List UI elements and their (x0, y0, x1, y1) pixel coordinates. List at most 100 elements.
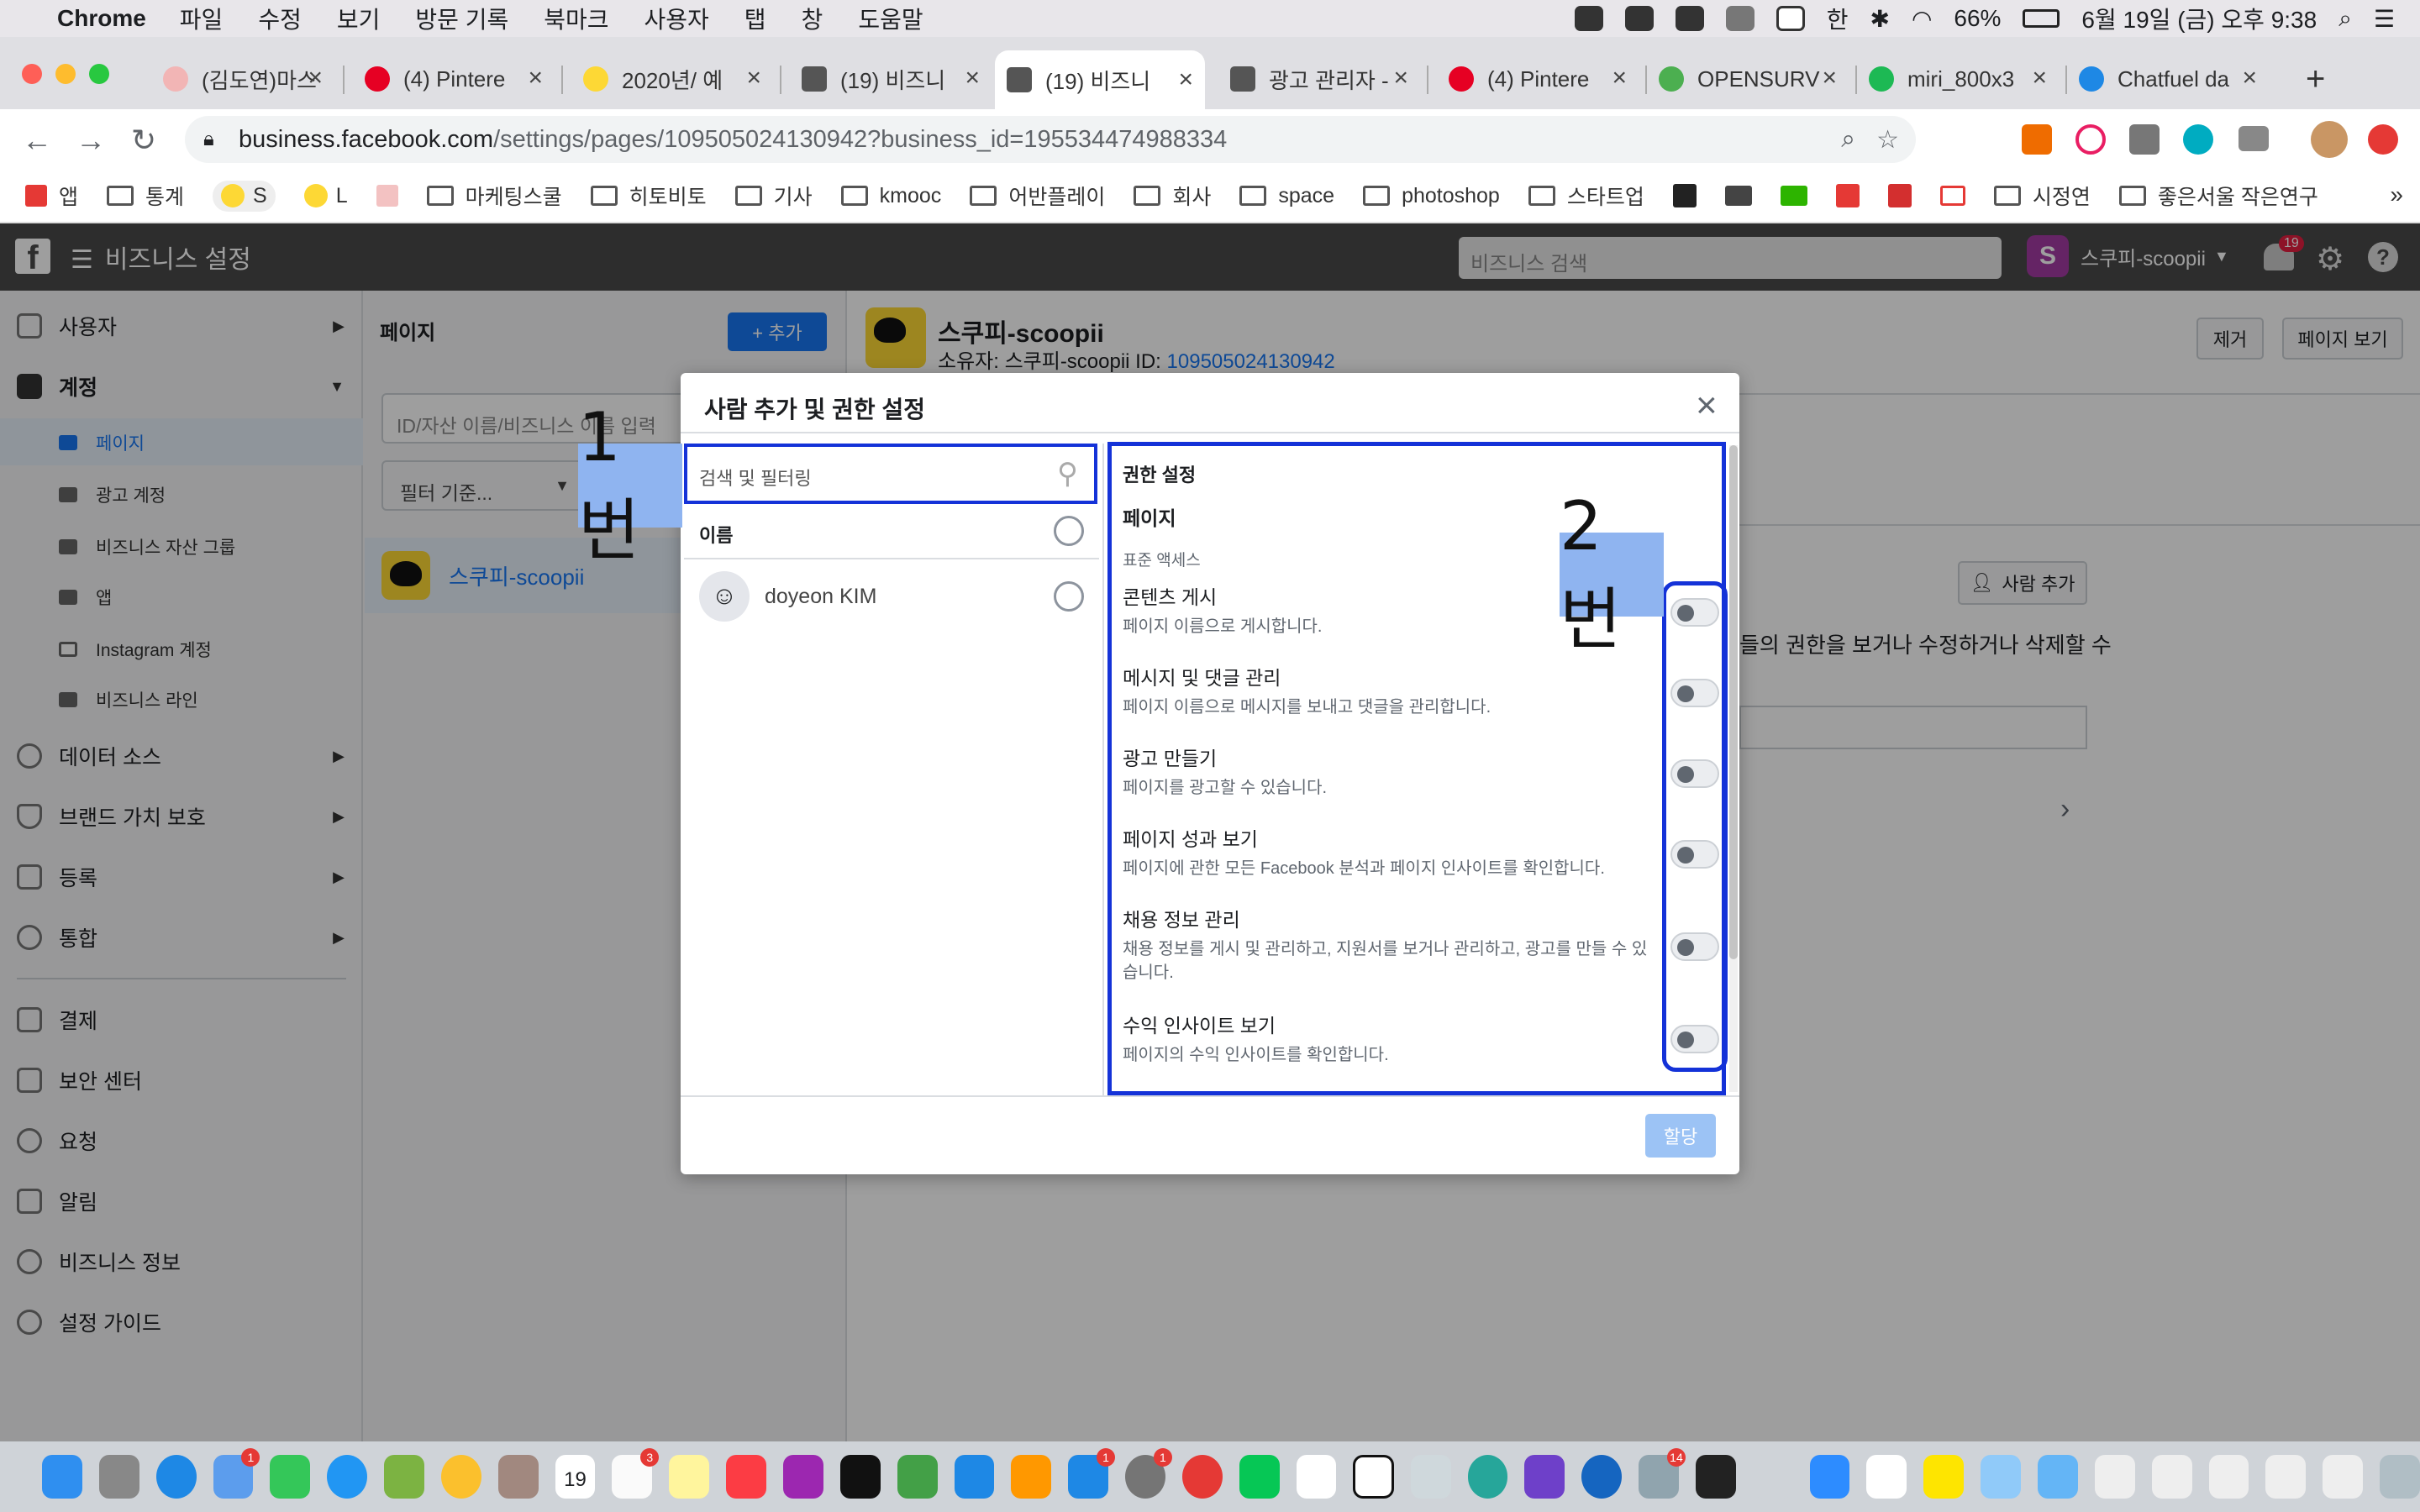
bookmark-folder[interactable]: 스타트업 (1528, 181, 1644, 211)
bookmark-folder[interactable]: 좋은서울 작은연구 (2118, 181, 2318, 211)
browser-tab[interactable]: (김도연)마스 × (151, 55, 334, 102)
clock[interactable]: 6월 19일 (금) 오후 9:38 (2081, 2, 2317, 35)
line-status-icon[interactable] (1574, 6, 1603, 31)
launchpad-icon[interactable] (98, 1455, 139, 1499)
close-tab-icon[interactable]: × (1178, 66, 1193, 94)
display-status-icon[interactable] (1776, 6, 1805, 31)
bookmark-folder[interactable]: 시정연 (1993, 181, 2091, 211)
close-tab-icon[interactable]: × (965, 64, 980, 92)
app-icon[interactable] (1581, 1455, 1623, 1499)
menu-tab[interactable]: 탭 (744, 2, 766, 35)
system-preferences-icon[interactable]: 1 (1125, 1448, 1172, 1499)
safari-icon[interactable] (155, 1455, 197, 1499)
document-icon[interactable] (2151, 1455, 2192, 1499)
menu-history[interactable]: 방문 기록 (415, 2, 508, 35)
close-tab-icon[interactable]: × (746, 64, 761, 92)
chrome-icon[interactable] (1181, 1455, 1223, 1499)
image-capture-icon[interactable] (1981, 1455, 2022, 1499)
bookmark-folder[interactable]: 회사 (1134, 181, 1211, 211)
star-icon[interactable]: ☆ (1876, 125, 1899, 155)
back-icon[interactable]: ← (22, 123, 52, 158)
browser-tab[interactable]: miri_800x3 × (1857, 55, 2059, 102)
reminders-icon[interactable]: 3 (612, 1448, 660, 1499)
extension-icon[interactable] (2183, 124, 2213, 155)
music-icon[interactable] (726, 1455, 766, 1499)
close-tab-icon[interactable]: × (2242, 64, 2257, 92)
messages-icon[interactable] (327, 1455, 368, 1499)
spotlight-icon[interactable]: ⌕ (2338, 5, 2352, 33)
atom-icon[interactable] (1467, 1455, 1508, 1499)
browser-tab[interactable]: (4) Pintere × (1437, 55, 1639, 102)
wifi-icon[interactable]: ◠ (1912, 5, 1932, 33)
terminal-icon[interactable] (1695, 1455, 1736, 1499)
downloads-folder-icon[interactable] (2038, 1455, 2078, 1499)
bookmark-item[interactable] (1780, 186, 1807, 206)
browser-tab[interactable]: Chatfuel da × (2067, 55, 2269, 102)
bookmark-folder[interactable]: kmooc (840, 184, 941, 208)
close-tab-icon[interactable]: × (528, 64, 543, 92)
new-tab-button[interactable]: + (2294, 55, 2344, 102)
browser-tab[interactable]: 광고 관리자 - × (1218, 55, 1420, 102)
notes-icon[interactable] (669, 1455, 710, 1499)
finder-icon[interactable] (42, 1455, 82, 1499)
grid-app-icon[interactable]: 14 (1639, 1448, 1686, 1499)
apple-tv-icon[interactable] (839, 1455, 881, 1499)
numbers-icon[interactable] (897, 1455, 938, 1499)
kakaotalk-icon[interactable] (1923, 1455, 1965, 1499)
control-center-icon[interactable]: ☰ (2374, 5, 2395, 33)
bookmark-apps[interactable]: 앱 (25, 181, 78, 211)
update-icon[interactable] (2368, 124, 2398, 155)
typora-icon[interactable] (1866, 1455, 1907, 1499)
browser-tab[interactable]: (4) Pintere × (353, 55, 555, 102)
menu-window[interactable]: 창 (802, 2, 823, 35)
battery-percent[interactable]: 66% (1954, 5, 2001, 32)
close-icon[interactable]: × (1696, 385, 1718, 427)
facetime-icon[interactable] (270, 1455, 311, 1499)
bookmark-item[interactable] (1887, 184, 1912, 207)
app-store-icon[interactable]: 1 (1068, 1448, 1116, 1499)
github-desktop-icon[interactable] (1524, 1455, 1565, 1499)
bluetooth-icon[interactable]: ✱ (1870, 5, 1889, 33)
bookmark-item[interactable] (376, 185, 398, 207)
bookmark-item[interactable] (1672, 184, 1697, 207)
camera-extension-icon[interactable] (2238, 126, 2269, 151)
person-select-radio[interactable] (1054, 581, 1084, 612)
input-method[interactable]: 한 (1827, 2, 1849, 35)
person-name[interactable]: doyeon KIM (765, 585, 876, 609)
battery-icon[interactable] (2023, 9, 2060, 28)
zoom-window-button[interactable] (89, 64, 109, 84)
select-all-radio[interactable] (1054, 516, 1084, 546)
bookmark-item[interactable]: S (213, 180, 276, 212)
extension-icon[interactable] (2129, 124, 2160, 155)
keynote-icon[interactable] (954, 1455, 995, 1499)
browser-tab[interactable]: OPENSURV × (1647, 55, 1849, 102)
menu-people[interactable]: 사용자 (644, 2, 709, 35)
script-editor-icon[interactable] (1410, 1455, 1451, 1499)
bookmark-folder[interactable]: 통계 (107, 181, 184, 211)
bookmark-folder[interactable]: 어반플레이 (970, 181, 1105, 211)
minimize-window-button[interactable] (55, 64, 76, 84)
photos-icon[interactable] (440, 1455, 481, 1499)
notification-status-icon[interactable] (1624, 6, 1654, 31)
browser-tab-active[interactable]: (19) 비즈니 × (995, 50, 1205, 109)
scrollbar-thumb[interactable] (1729, 445, 1738, 959)
close-tab-icon[interactable]: × (1822, 64, 1837, 92)
maps-icon[interactable] (384, 1455, 424, 1499)
bookmark-folder[interactable]: space (1239, 184, 1334, 208)
menu-app-name[interactable]: Chrome (57, 5, 146, 32)
calendar-icon[interactable]: 19 (555, 1455, 596, 1499)
line-icon[interactable] (1239, 1455, 1280, 1499)
people-search-input[interactable]: 검색 및 필터링 (684, 444, 1097, 504)
more-bookmarks-icon[interactable]: » (2390, 181, 2403, 208)
screenshot-icon[interactable] (2265, 1455, 2307, 1499)
document-icon[interactable] (2094, 1455, 2135, 1499)
reload-icon[interactable]: ↻ (131, 123, 156, 158)
extension-icon[interactable] (2075, 124, 2106, 155)
bookmark-item[interactable]: L (303, 184, 348, 208)
notion-icon[interactable] (1353, 1455, 1394, 1499)
bluetooth-file-icon[interactable] (1752, 1455, 1793, 1499)
close-tab-icon[interactable]: × (1612, 64, 1627, 92)
bookmark-item[interactable] (1835, 184, 1860, 207)
browser-tab[interactable]: 2020년/ 예 × (571, 55, 773, 102)
address-bar[interactable]: 🔒︎ business.facebook.com/settings/pages/… (185, 116, 1916, 163)
